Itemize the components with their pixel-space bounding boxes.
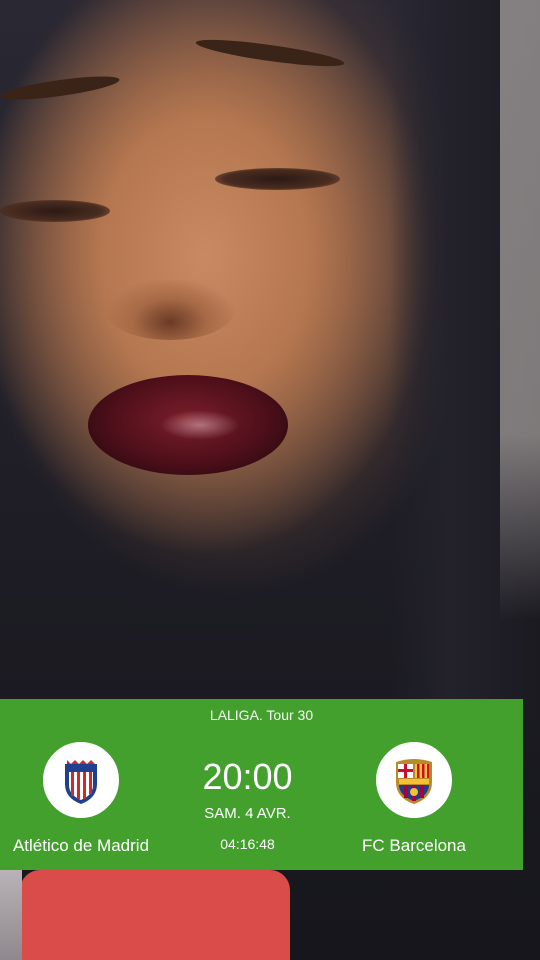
kickoff-time: 20:00: [202, 756, 293, 797]
atletico-madrid-crest-icon: [65, 760, 97, 804]
fc-barcelona-crest-icon: [396, 759, 432, 804]
red-shirt: [20, 870, 290, 960]
away-team-name: FC Barcelona: [362, 836, 466, 855]
home-crest-badge: [40, 739, 122, 821]
home-team[interactable]: Atlético de Madrid: [0, 739, 166, 856]
background-wall: [500, 0, 540, 620]
away-crest-badge: [373, 739, 455, 821]
right-eye: [215, 168, 340, 190]
match-info: 20:00 SAM. 4 AVR. 04:16:48: [170, 756, 325, 853]
away-team[interactable]: FC Barcelona: [329, 739, 499, 856]
countdown-timer: 04:16:48: [220, 836, 275, 852]
lips-shine: [160, 410, 240, 440]
left-eye: [0, 200, 110, 222]
league-round-label: LALIGA. Tour 30: [209, 707, 314, 723]
left-edge: [0, 870, 22, 960]
match-date: SAM. 4 AVR.: [204, 805, 291, 822]
match-scoreboard[interactable]: LALIGA. Tour 30 Atlético de Madrid 20:00…: [0, 699, 523, 870]
home-team-name: Atlético de Madrid: [12, 836, 150, 855]
nose: [105, 280, 235, 340]
